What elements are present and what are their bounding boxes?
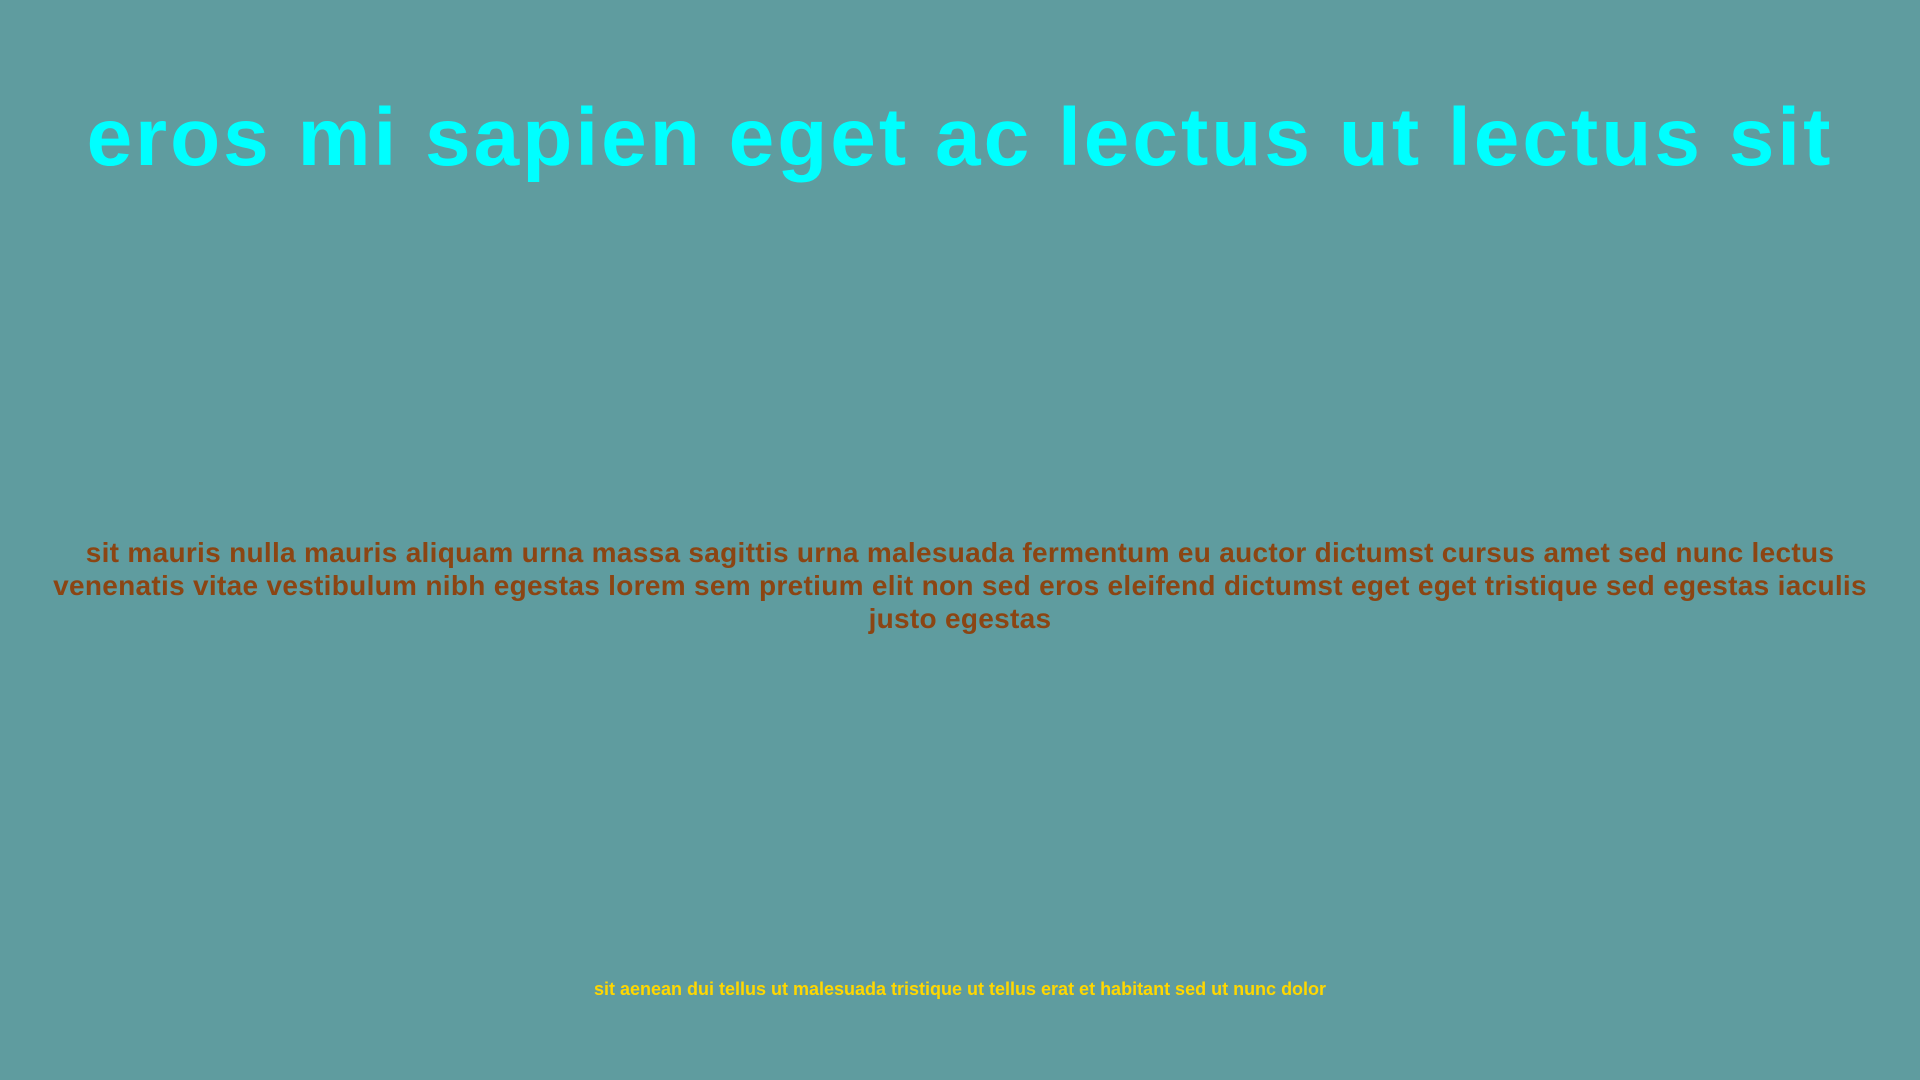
slide-page: { "colors": { "background": "#5f9c9f", "… bbox=[0, 0, 1920, 1080]
body-paragraph: sit mauris nulla mauris aliquam urna mas… bbox=[53, 537, 1867, 634]
footer-text: sit aenean dui tellus ut malesuada trist… bbox=[593, 979, 1327, 999]
page-title: eros mi sapien eget ac lectus ut lectus … bbox=[86, 92, 1834, 183]
